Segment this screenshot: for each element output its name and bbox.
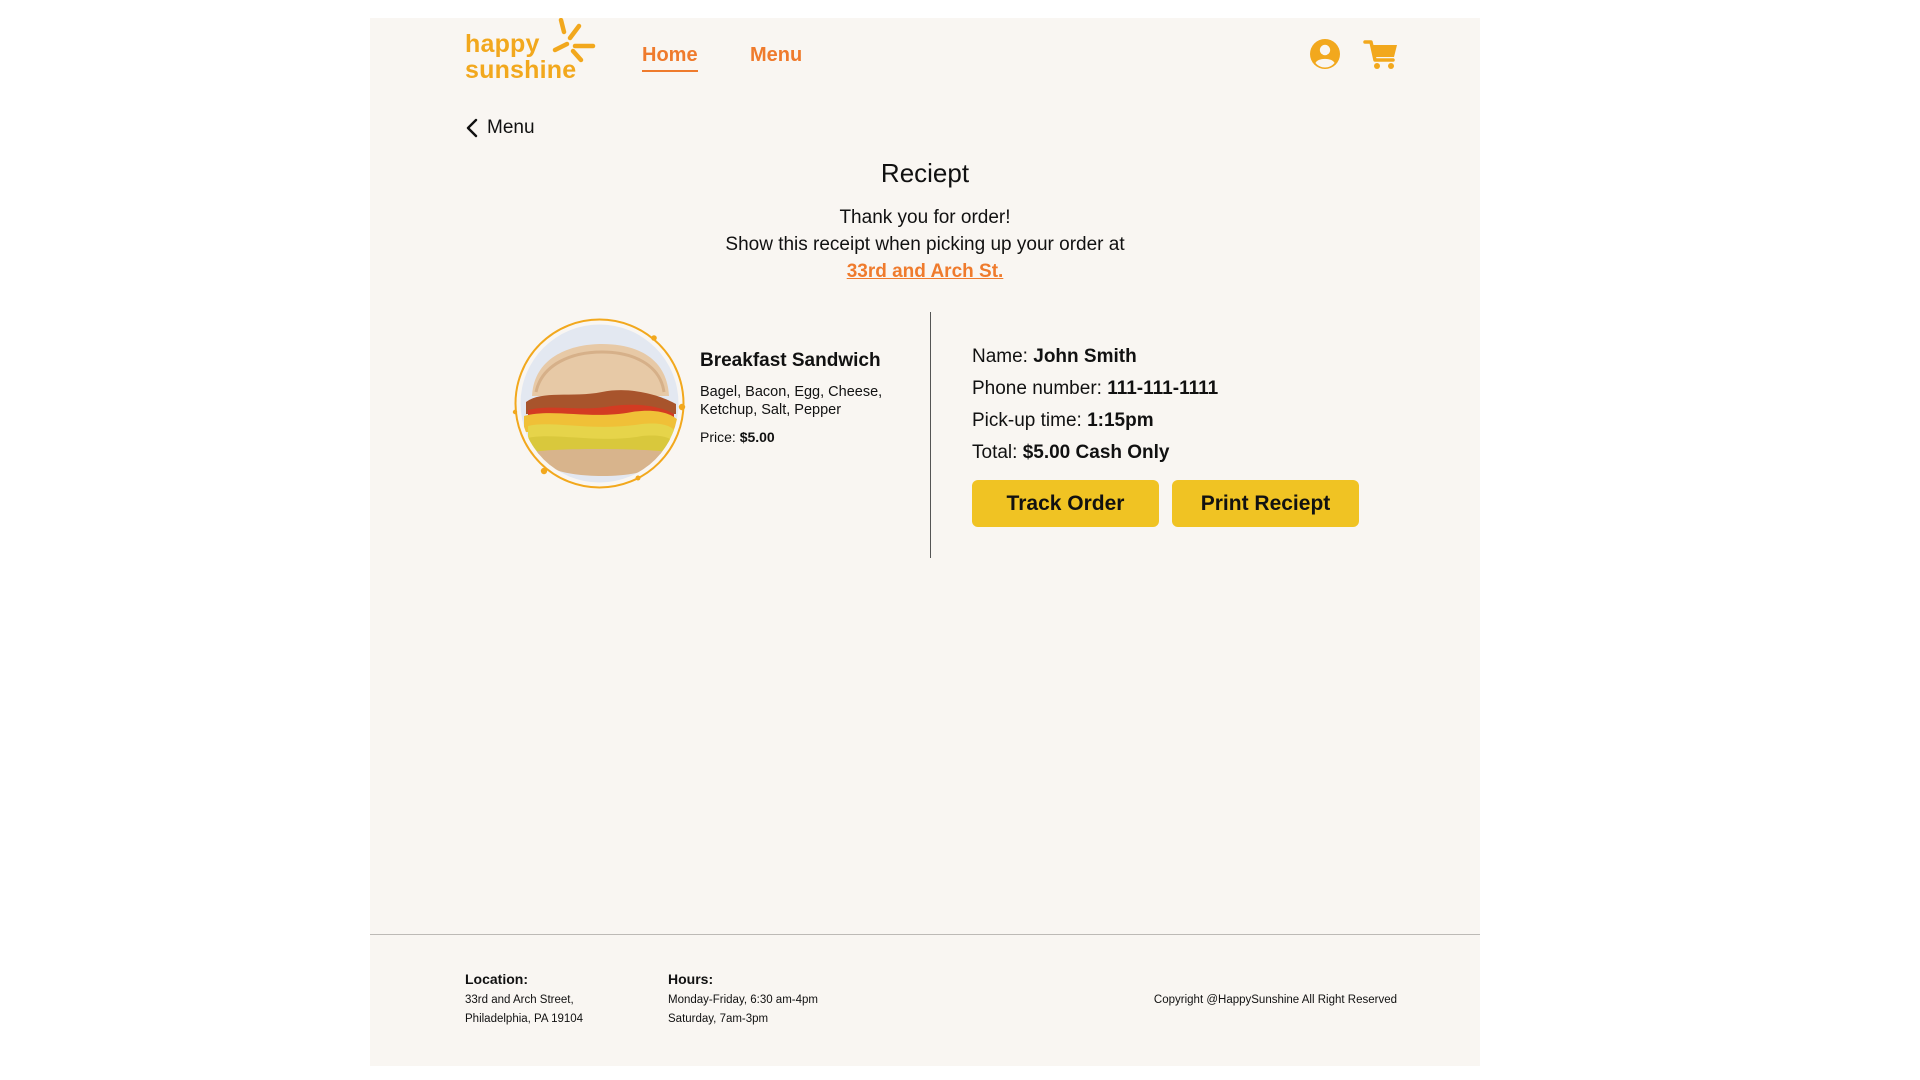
item-price: Price: $5.00 bbox=[700, 429, 775, 445]
item-price-value: $5.00 bbox=[739, 429, 775, 445]
footer-hours-line2: Saturday, 7am-3pm bbox=[668, 1013, 769, 1025]
phone-row: Phone number: 111-111-1111 bbox=[972, 377, 1218, 401]
receipt-message: Thank you for order! Show this receipt w… bbox=[370, 204, 1480, 285]
customer-name-label: Name: bbox=[972, 346, 1028, 367]
total-value: $5.00 Cash Only bbox=[1022, 442, 1170, 463]
pickup-time-row: Pick-up time: 1:15pm bbox=[972, 409, 1154, 433]
item-ingredients: Bagel, Bacon, Egg, Cheese, Ketchup, Salt… bbox=[700, 384, 883, 418]
total-label: Total: bbox=[972, 442, 1018, 463]
total-row: Total: $5.00 Cash Only bbox=[972, 441, 1170, 465]
page: happy sunshine Home Menu Menu Reciept Th… bbox=[370, 18, 1480, 1066]
copyright-text: Copyright @HappySunshine All Right Reser… bbox=[1153, 994, 1397, 1006]
logo-text-happy: happy bbox=[465, 30, 540, 58]
nav-home[interactable]: Home bbox=[642, 42, 698, 72]
account-icon[interactable] bbox=[1307, 36, 1343, 72]
footer-divider bbox=[370, 934, 1480, 935]
footer-address-line1: 33rd and Arch Street, bbox=[465, 994, 574, 1006]
pickup-instruction-text: Show this receipt when picking up your o… bbox=[725, 234, 1125, 255]
phone-label: Phone number: bbox=[972, 378, 1102, 399]
item-image bbox=[512, 316, 687, 491]
back-link-label: Menu bbox=[487, 117, 535, 138]
pickup-location-link[interactable]: 33rd and Arch St. bbox=[847, 261, 1004, 282]
footer-address-line2: Philadelphia, PA 19104 bbox=[465, 1013, 584, 1025]
customer-name-value: John Smith bbox=[1033, 346, 1137, 367]
sun-icon bbox=[552, 18, 596, 63]
pickup-time-label: Pick-up time: bbox=[972, 410, 1082, 431]
nav-menu[interactable]: Menu bbox=[750, 42, 802, 68]
thanks-text: Thank you for order! bbox=[839, 207, 1011, 228]
footer-hours-heading: Hours: bbox=[668, 971, 714, 987]
back-to-menu-link[interactable]: Menu bbox=[465, 114, 535, 142]
pickup-time-value: 1:15pm bbox=[1087, 410, 1154, 431]
sandwich-image bbox=[512, 318, 686, 489]
cart-icon[interactable] bbox=[1363, 36, 1399, 72]
vertical-divider bbox=[930, 312, 931, 558]
footer-hours-line1: Monday-Friday, 6:30 am-4pm bbox=[668, 994, 818, 1006]
track-order-button[interactable]: Track Order bbox=[972, 480, 1159, 527]
logo[interactable]: happy sunshine bbox=[465, 18, 600, 90]
chevron-left-icon bbox=[466, 118, 478, 138]
customer-name-row: Name: John Smith bbox=[972, 345, 1137, 369]
page-title: Reciept bbox=[880, 158, 970, 188]
footer-location-heading: Location: bbox=[465, 971, 528, 987]
item-name: Breakfast Sandwich bbox=[700, 350, 881, 371]
phone-value: 111-111-1111 bbox=[1107, 378, 1219, 399]
print-receipt-button[interactable]: Print Reciept bbox=[1172, 480, 1359, 527]
item-price-label: Price: bbox=[700, 429, 736, 445]
